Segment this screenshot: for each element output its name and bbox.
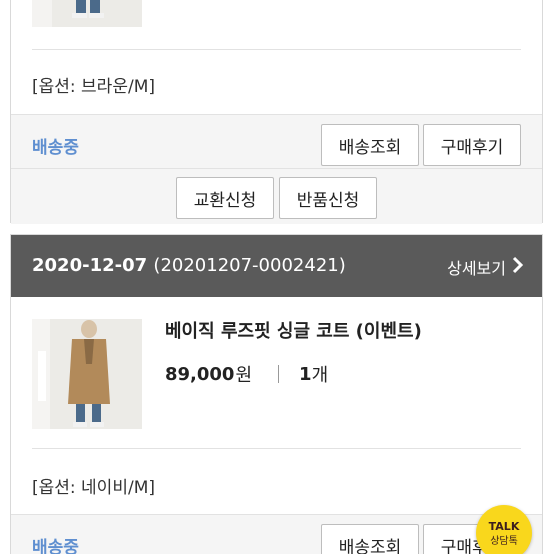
order-card-2: 2020-12-07 (20201207-0002421) 상세보기 베이직 루… <box>10 234 543 554</box>
kakao-talk-chat-button[interactable]: TALK 상담톡 <box>476 505 532 554</box>
detail-link-label: 상세보기 <box>447 259 506 278</box>
order-date-value: 2020-12-07 <box>32 255 148 276</box>
divider <box>11 168 542 169</box>
price-unit: 원 <box>235 365 253 386</box>
order-actions: 배송중 배송조회 구매후기 <box>11 514 542 554</box>
delivery-status: 배송중 <box>32 538 79 554</box>
order-header: 2020-12-07 (20201207-0002421) 상세보기 <box>11 235 542 297</box>
delivery-tracking-button[interactable]: 배송조회 <box>321 524 419 554</box>
product-quantity: 1 <box>299 363 312 385</box>
exchange-request-button[interactable]: 교환신청 <box>176 177 274 219</box>
divider <box>32 448 521 449</box>
product-thumbnail[interactable] <box>32 319 142 429</box>
return-request-button[interactable]: 반품신청 <box>279 177 377 219</box>
product-price: 89,000 <box>165 363 235 385</box>
product-option: [옵션: 브라운/M] <box>32 77 155 97</box>
order-date: 2020-12-07 (20201207-0002421) <box>32 255 346 276</box>
product-thumbnail[interactable] <box>32 0 142 27</box>
order-number: (20201207-0002421) <box>153 255 346 276</box>
separator <box>278 365 280 383</box>
order-actions: 배송중 배송조회 구매후기 교환신청 반품신청 <box>11 114 542 224</box>
product-name[interactable]: 베이직 루즈핏 싱글 코트 (이벤트) <box>165 317 422 343</box>
price-quantity-row: 89,000 원 1 개 <box>165 361 328 387</box>
order-detail-link[interactable]: 상세보기 <box>447 255 524 279</box>
delivery-tracking-button[interactable]: 배송조회 <box>321 124 419 166</box>
order-card-1: [옵션: 브라운/M] 배송중 배송조회 구매후기 교환신청 반품신청 <box>10 0 543 224</box>
divider <box>32 49 521 50</box>
product-option: [옵션: 네이비/M] <box>32 478 155 498</box>
delivery-status: 배송중 <box>32 138 79 158</box>
purchase-review-button[interactable]: 구매후기 <box>423 124 521 166</box>
kakao-chat-label: 상담톡 <box>490 535 518 547</box>
chevron-right-icon <box>512 256 524 278</box>
quantity-unit: 개 <box>311 365 329 386</box>
